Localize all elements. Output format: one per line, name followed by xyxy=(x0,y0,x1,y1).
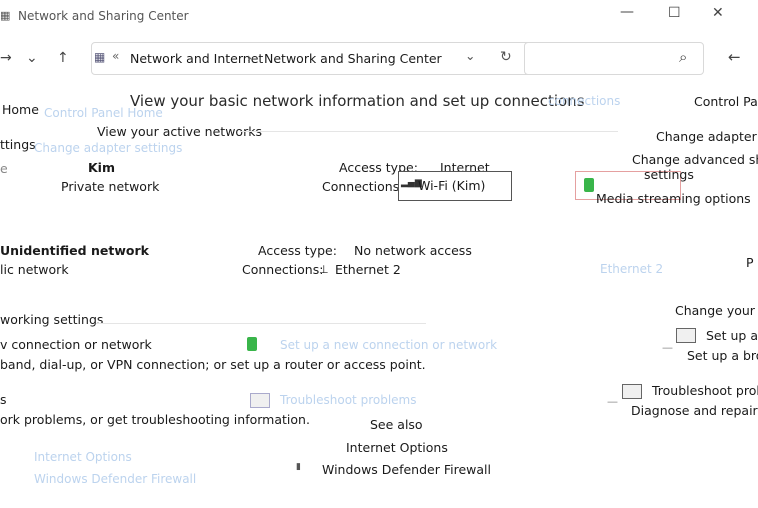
recent-dropdown-icon[interactable]: ⌄ xyxy=(26,50,38,66)
search-icon[interactable]: ⌕ xyxy=(679,48,687,66)
main-window: ▦ Network and Sharing Center — ☐ ✕ → ⌄ ↑… xyxy=(0,0,758,508)
network-1-type[interactable]: Private network xyxy=(61,179,159,194)
ethernet-icon: ⊥ xyxy=(319,263,329,276)
see-also-label: See also xyxy=(370,417,423,432)
breadcrumb-sharing-center[interactable]: Network and Sharing Center xyxy=(264,51,442,66)
right-change-advanced[interactable]: Change advanced shari xyxy=(632,152,758,167)
wifi-ghost-icon xyxy=(584,178,594,192)
title-bar: ▦ Network and Sharing Center — ☐ ✕ xyxy=(0,0,758,32)
faint-setup-ghost: Set up a new connection or network xyxy=(280,338,498,352)
right-setup-icon-dash: — xyxy=(662,341,673,354)
section-divider xyxy=(240,131,618,132)
back-nav-icon[interactable]: ← xyxy=(728,48,741,66)
faint-ghost-text: Control Panel Home xyxy=(44,106,163,120)
control-panel-icon: ▦ xyxy=(94,50,106,64)
close-icon[interactable]: ✕ xyxy=(712,5,724,21)
right-control-panel[interactable]: Control Pan xyxy=(694,94,758,109)
address-dropdown-icon[interactable]: ⌄ xyxy=(465,48,475,63)
faint-firewall-ghost: Windows Defender Firewall xyxy=(34,472,197,486)
faint-troubleshoot-ghost: Troubleshoot problems xyxy=(280,393,417,407)
window-icon: ▦ xyxy=(0,9,11,22)
setup-connection-icon xyxy=(247,337,257,351)
troubleshoot-ghost-icon xyxy=(250,393,270,408)
see-also-firewall[interactable]: Windows Defender Firewall xyxy=(322,462,491,477)
right-change-adapter[interactable]: Change adapter set xyxy=(656,129,758,144)
section-divider-2 xyxy=(96,323,426,324)
right-troubleshoot-icon-dash: — xyxy=(607,395,618,408)
network-2-name: Unidentified network xyxy=(0,243,149,258)
left-nav-settings[interactable]: ttings xyxy=(0,137,36,152)
task-1-desc: band, dial-up, or VPN connection; or set… xyxy=(0,357,426,372)
network-2-access-label: Access type: xyxy=(258,243,337,258)
right-set-up-new[interactable]: Set up a n xyxy=(706,328,758,343)
right-settings-word[interactable]: settings xyxy=(644,167,694,182)
network-1-prefix: e xyxy=(0,161,8,176)
minimize-icon[interactable]: — xyxy=(620,4,634,20)
task-2-desc: ork problems, or get troubleshooting inf… xyxy=(0,412,310,427)
task-1-title[interactable]: v connection or network xyxy=(0,337,152,352)
faint-see-also-ghost: Internet Options xyxy=(34,450,132,464)
right-change-your-network: Change your n xyxy=(675,303,758,318)
network-1-connection-box[interactable]: ▂▄▆ Wi-Fi (Kim) xyxy=(398,171,512,201)
window-title: Network and Sharing Center xyxy=(18,9,189,23)
network-2-connection-link[interactable]: Ethernet 2 xyxy=(335,262,401,277)
address-bar[interactable]: ▦ « Network and Internet › Network and S… xyxy=(91,42,543,75)
network-2-access-value: No network access xyxy=(354,243,472,258)
faint-ghost-text-2: Change adapter settings xyxy=(34,141,183,155)
breadcrumb-separator-icon: › xyxy=(247,50,252,65)
breadcrumb-network-internet[interactable]: Network and Internet xyxy=(130,51,263,66)
network-2-connections-label: Connections: xyxy=(242,262,324,277)
network-2-type[interactable]: lic network xyxy=(0,262,69,277)
active-networks-label: View your active networks xyxy=(97,124,262,139)
back-icon[interactable]: → xyxy=(0,50,12,66)
right-p-letter: P xyxy=(746,255,754,270)
right-troubleshoot-icon xyxy=(622,384,642,399)
faint-ethernet-ghost: Ethernet 2 xyxy=(600,262,664,276)
left-nav-home[interactable]: Home xyxy=(2,102,39,117)
right-set-up-broad: Set up a broad xyxy=(687,348,758,363)
network-1-connections-label: Connections: xyxy=(322,179,404,194)
network-1-connection-link[interactable]: Wi-Fi (Kim) xyxy=(418,178,485,193)
breadcrumb-overflow[interactable]: « xyxy=(112,49,119,63)
right-troubleshoot[interactable]: Troubleshoot proble xyxy=(652,383,758,398)
maximize-icon[interactable]: ☐ xyxy=(668,5,681,21)
firewall-icon: ▮ xyxy=(296,462,301,472)
faint-heading-ghost: connections xyxy=(548,94,621,108)
right-setup-icon xyxy=(676,328,696,343)
search-box[interactable]: ⌕ xyxy=(524,42,704,75)
see-also-internet-options[interactable]: Internet Options xyxy=(346,440,448,455)
task-2-title[interactable]: s xyxy=(0,392,7,407)
change-settings-label: working settings xyxy=(0,312,104,327)
network-1-name: Kim xyxy=(88,160,115,175)
right-media-streaming[interactable]: Media streaming options xyxy=(596,191,751,206)
up-icon[interactable]: ↑ xyxy=(57,50,69,66)
page-title: View your basic network information and … xyxy=(130,92,585,110)
right-diagnose: Diagnose and repair netw xyxy=(631,403,758,418)
refresh-icon[interactable]: ↻ xyxy=(500,49,512,65)
